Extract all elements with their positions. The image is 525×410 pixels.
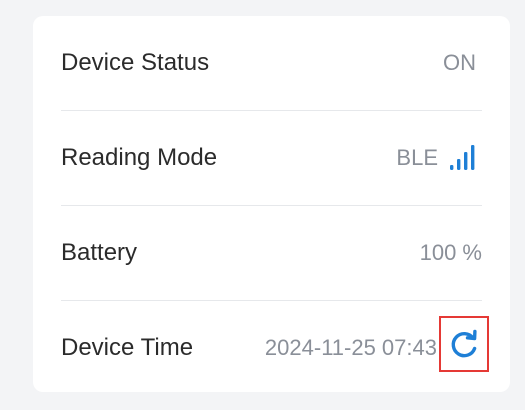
signal-bars-icon	[447, 142, 479, 174]
battery-label: Battery	[61, 239, 138, 266]
refresh-time-button[interactable]	[439, 316, 489, 372]
reading-mode-row: Reading Mode BLE	[33, 111, 510, 205]
device-status-row: Device Status ON	[33, 16, 510, 110]
battery-value: 100 %	[419, 240, 482, 265]
device-time-label: Device Time	[61, 334, 194, 361]
battery-row: Battery 100 %	[33, 206, 510, 300]
reading-mode-value: BLE	[396, 145, 438, 170]
device-status-value: ON	[443, 50, 476, 75]
device-time-row: Device Time 2024-11-25 07:43	[33, 301, 510, 395]
reading-mode-label: Reading Mode	[61, 144, 218, 171]
device-time-value: 2024-11-25 07:43	[264, 335, 437, 360]
device-info-card: Device Status ON Reading Mode BLE Batter…	[33, 16, 510, 392]
refresh-icon	[447, 327, 481, 361]
device-status-label: Device Status	[61, 49, 210, 76]
